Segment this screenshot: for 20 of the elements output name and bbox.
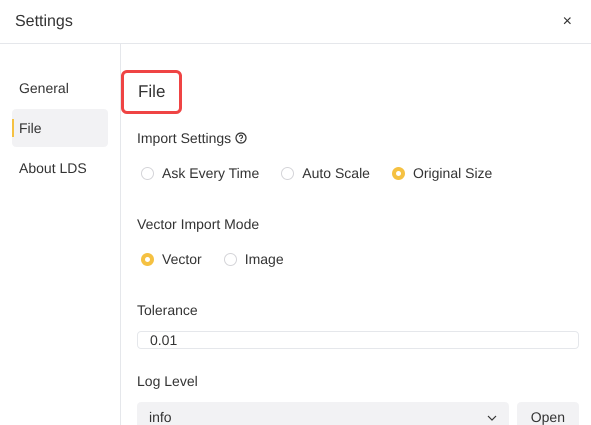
- window-title: Settings: [15, 12, 73, 32]
- radio-option[interactable]: Original Size: [392, 162, 492, 184]
- log-level-dropdown[interactable]: info: [137, 402, 509, 425]
- sidebar-item[interactable]: General: [12, 69, 108, 107]
- field-label: Log Level: [137, 372, 199, 391]
- field-label: Tolerance: [137, 300, 199, 320]
- radio-option[interactable]: Image: [224, 248, 284, 270]
- close-button[interactable]: ×: [558, 10, 576, 34]
- radio-option[interactable]: Auto Scale: [281, 162, 370, 184]
- sidebar-item[interactable]: File: [12, 109, 108, 147]
- radio-option[interactable]: Vector: [141, 248, 202, 270]
- sidebar-item[interactable]: About LDS: [12, 149, 108, 187]
- help-icon[interactable]: [235, 132, 248, 144]
- section-heading: File: [121, 70, 182, 114]
- tolerance-field[interactable]: 0.01: [137, 330, 579, 348]
- field-label: Import Settings: [137, 128, 232, 148]
- chevron-down-icon: [486, 414, 497, 420]
- field-label: Vector Import Mode: [137, 214, 260, 234]
- radio-option[interactable]: Ask Every Time: [141, 162, 260, 184]
- open-button[interactable]: Open: [516, 402, 579, 425]
